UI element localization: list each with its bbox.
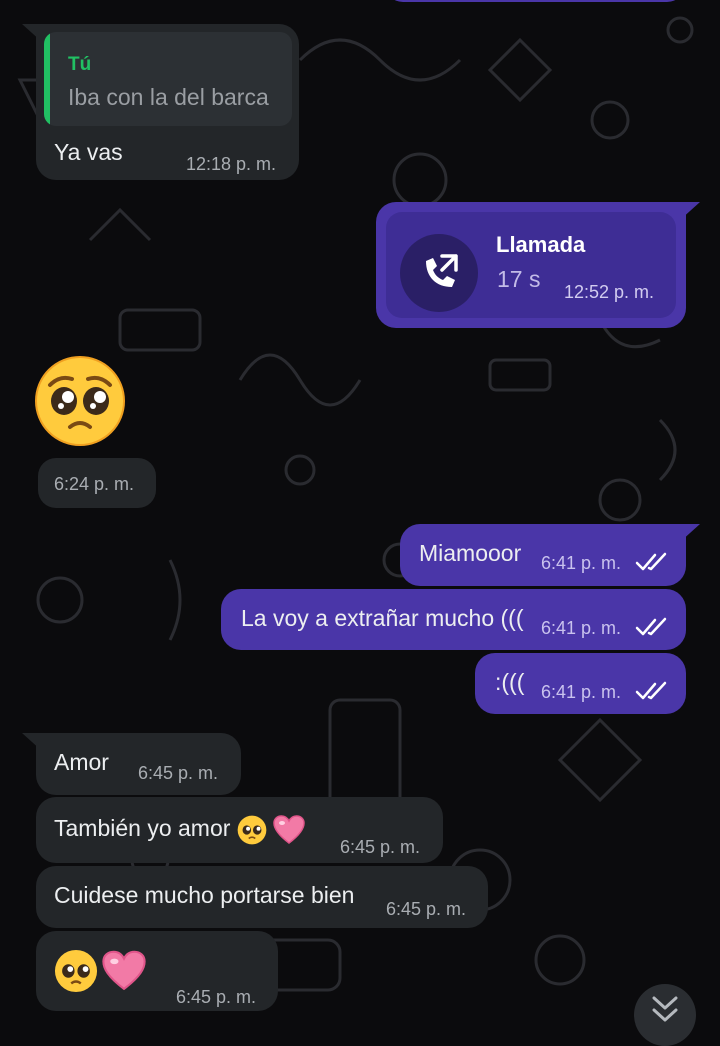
message-bubble-incoming[interactable]: Amor 6:45 p. m. (36, 733, 241, 795)
quote-accent-bar (44, 32, 50, 126)
message-text: Amor (54, 749, 109, 775)
message-bubble-incoming[interactable]: Cuidese mucho portarse bien 6:45 p. m. (36, 866, 488, 928)
message-text: Ya vas (54, 139, 123, 165)
read-receipt-icon (635, 552, 667, 571)
pleading-face-icon (54, 949, 98, 993)
message-bubble-outgoing[interactable]: La voy a extrañar mucho ((( 6:41 p. m. (221, 589, 686, 650)
message-time: 6:45 p. m. (138, 763, 219, 783)
pleading-face-emoji (34, 355, 126, 452)
message-time: 6:45 p. m. (176, 987, 257, 1007)
message-text-with-emoji: También yo amor (54, 815, 305, 845)
outgoing-call-icon (400, 234, 478, 312)
call-duration: 17 s (497, 266, 541, 292)
quote-author: Tú (68, 54, 92, 75)
message-text: Miamooor (419, 540, 522, 566)
message-bubble-outgoing[interactable]: Miamooor 6:41 p. m. (400, 524, 686, 586)
message-time: 6:41 p. m. (541, 682, 622, 702)
message-time: 6:45 p. m. (340, 837, 421, 857)
message-bubble-incoming[interactable]: 6:45 p. m. (36, 931, 278, 1011)
message-text: :((( (495, 669, 525, 695)
read-receipt-icon (635, 617, 667, 636)
message-text: También yo amor (54, 815, 231, 842)
message-text: Cuidese mucho portarse bien (54, 882, 355, 908)
message-bubble-outgoing[interactable]: :((( 6:41 p. m. (475, 653, 686, 714)
message-time: 6:45 p. m. (386, 899, 467, 919)
scroll-to-bottom-button[interactable] (634, 984, 696, 1046)
pink-heart-icon (273, 815, 305, 844)
call-message-bubble[interactable]: Llamada 17 s 12:52 p. m. (376, 202, 686, 328)
quoted-message[interactable]: Tú Iba con la del barca (44, 32, 292, 126)
message-time: 6:24 p. m. (54, 474, 135, 494)
pink-heart-icon (102, 950, 147, 991)
message-bubble-incoming[interactable]: También yo amor 6:45 p. m. (36, 797, 443, 863)
message-bubble-cutoff (385, 0, 685, 2)
message-emojis (54, 949, 147, 993)
message-time: 6:41 p. m. (541, 618, 622, 638)
quote-text: Iba con la del barca (68, 84, 269, 110)
read-receipt-icon (635, 681, 667, 700)
double-chevron-down-icon (652, 996, 678, 1022)
call-title: Llamada (496, 232, 586, 257)
message-bubble-incoming[interactable]: Tú Iba con la del barca Ya vas 12:18 p. … (36, 24, 299, 180)
message-time-bubble[interactable]: 6:24 p. m. (38, 458, 156, 508)
message-time: 12:52 p. m. (564, 282, 655, 302)
message-text: La voy a extrañar mucho ((( (241, 605, 524, 631)
message-time: 12:18 p. m. (186, 154, 277, 174)
pleading-face-icon (237, 815, 267, 845)
call-card[interactable]: Llamada 17 s 12:52 p. m. (386, 212, 676, 318)
message-time: 6:41 p. m. (541, 553, 622, 573)
